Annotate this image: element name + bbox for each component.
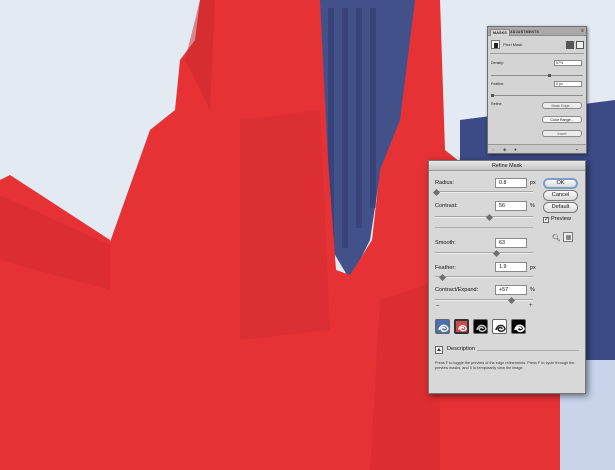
- standard-preview-icon[interactable]: [435, 319, 450, 334]
- radius-field[interactable]: 0.8: [495, 178, 527, 188]
- feather-slider[interactable]: [435, 276, 533, 278]
- cancel-button[interactable]: Cancel: [543, 190, 578, 201]
- visibility-icon[interactable]: ●: [514, 147, 517, 152]
- pixel-mask-button[interactable]: [566, 41, 574, 49]
- vector-mask-button[interactable]: [576, 41, 584, 49]
- feather-slider-knob[interactable]: [491, 94, 494, 97]
- quick-mask-preview-icon[interactable]: [454, 319, 469, 334]
- smooth-field[interactable]: 63: [495, 238, 527, 248]
- masks-panel-footer: ◌ ◈ ● ▪: [488, 144, 586, 153]
- radius-slider[interactable]: [435, 191, 533, 193]
- feather-label: Feather:: [491, 82, 505, 86]
- divider: [490, 53, 584, 54]
- contrast-slider[interactable]: [435, 216, 533, 218]
- contract-expand-label: Contract/Expand:: [435, 287, 479, 293]
- invert-button[interactable]: Invert: [542, 130, 582, 137]
- smooth-slider[interactable]: [435, 252, 533, 254]
- on-black-preview-icon[interactable]: [473, 319, 488, 334]
- masks-panel-tabbar: MASKS ADJUSTMENTS ≡: [488, 27, 586, 36]
- refine-label: Refine:: [491, 102, 503, 106]
- description-disclosure-icon[interactable]: [435, 346, 443, 354]
- contract-minus-label: –: [436, 303, 440, 309]
- refine-mask-dialog: Refine Mask Radius: 0.8 px Contrast: 56 …: [428, 160, 586, 394]
- feather-field[interactable]: 1.9: [495, 262, 527, 272]
- radius-label: Radius:: [435, 180, 454, 186]
- contract-expand-slider[interactable]: [435, 299, 533, 301]
- divider: [435, 227, 533, 228]
- preview-checkbox[interactable]: [543, 216, 549, 223]
- density-slider-knob[interactable]: [548, 74, 551, 77]
- tab-adjustments[interactable]: ADJUSTMENTS: [508, 29, 541, 36]
- panel-menu-icon[interactable]: ≡: [581, 28, 584, 34]
- contract-expand-field[interactable]: +57: [495, 285, 527, 295]
- zoom-tool-icon[interactable]: 🔍︎: [552, 234, 561, 242]
- divider: [477, 350, 579, 351]
- feather-field[interactable]: 0 px: [554, 81, 582, 87]
- description-text: Press F to toggle the preview of the edg…: [435, 361, 575, 370]
- preview-label: Preview: [551, 216, 571, 222]
- mask-preview-icon[interactable]: [511, 319, 526, 334]
- color-range-button[interactable]: Color Range...: [542, 116, 582, 123]
- tab-masks[interactable]: MASKS: [490, 29, 510, 36]
- default-button[interactable]: Default: [543, 202, 578, 213]
- feather-slider[interactable]: [491, 95, 583, 96]
- feather-unit: px: [530, 265, 536, 271]
- description-section: Description: [435, 345, 581, 355]
- delete-mask-icon[interactable]: ▪: [576, 147, 578, 152]
- density-field[interactable]: 57%: [554, 60, 582, 66]
- apply-mask-icon[interactable]: ◈: [503, 147, 506, 153]
- dialog-title: Refine Mask: [429, 161, 585, 171]
- on-white-preview-icon[interactable]: [492, 319, 507, 334]
- feather-label: Feather:: [435, 265, 456, 271]
- ok-button[interactable]: OK: [543, 178, 578, 189]
- hand-tool-icon[interactable]: [563, 232, 573, 242]
- masks-panel: MASKS ADJUSTMENTS ≡ Pixel Mask Density: …: [487, 26, 587, 154]
- contrast-unit: %: [530, 203, 535, 209]
- description-label: Description: [447, 346, 475, 352]
- contract-expand-unit: %: [530, 287, 535, 293]
- pixel-mask-icon[interactable]: [491, 40, 500, 49]
- smooth-label: Smooth:: [435, 240, 456, 246]
- mask-edge-button[interactable]: Mask Edge...: [542, 102, 582, 109]
- radius-unit: px: [530, 180, 536, 186]
- selection-icon[interactable]: ◌: [492, 147, 495, 152]
- density-label: Density:: [491, 61, 504, 65]
- mask-title: Pixel Mask: [503, 42, 523, 47]
- contrast-field[interactable]: 56: [495, 201, 527, 211]
- density-slider[interactable]: [491, 75, 583, 76]
- contrast-label: Contrast:: [435, 203, 458, 209]
- expand-plus-label: +: [529, 303, 533, 309]
